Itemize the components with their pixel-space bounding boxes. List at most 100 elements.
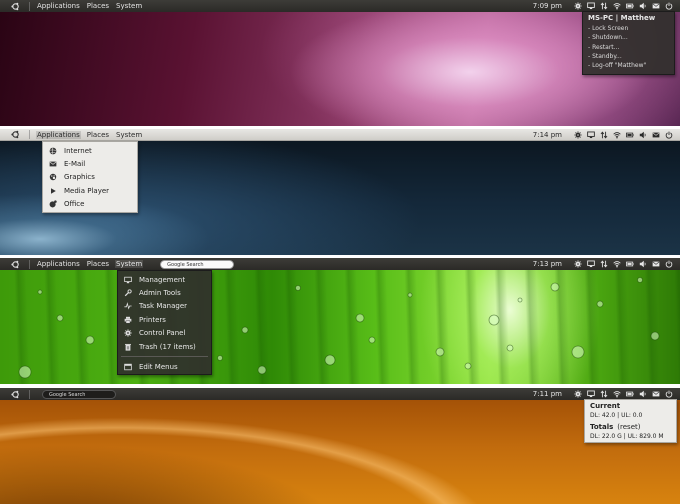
wrench-icon <box>123 289 133 298</box>
settings-icon[interactable] <box>572 389 583 399</box>
panel-separator <box>29 259 30 269</box>
settings-icon[interactable] <box>572 130 583 140</box>
wifi-icon[interactable] <box>611 389 622 399</box>
management-icon <box>123 275 133 284</box>
power-icon[interactable] <box>663 259 674 269</box>
menu-system[interactable]: System <box>115 260 144 268</box>
menu-places[interactable]: Places <box>86 131 110 139</box>
menu-item-label: Edit Menus <box>139 363 178 372</box>
menu-item-label: Printers <box>139 315 166 324</box>
volume-icon[interactable] <box>637 259 648 269</box>
popup-title: MS-PC | Matthew <box>588 14 656 22</box>
menu-item-admin-tools[interactable]: Admin Tools <box>118 286 211 299</box>
lock-screen-item[interactable]: - Lock Screen <box>583 24 674 33</box>
menu-places[interactable]: Places <box>86 2 110 10</box>
ubuntu-logo-icon[interactable] <box>8 388 22 400</box>
google-search-input[interactable]: Google Search <box>160 259 235 269</box>
google-search-input[interactable]: Google Search <box>42 389 116 399</box>
menu-system[interactable]: System <box>115 131 143 139</box>
menu-item-internet[interactable]: Internet <box>43 144 137 157</box>
top-panel: Applications Places System 7:09 pm <box>0 0 680 12</box>
settings-icon[interactable] <box>572 259 583 269</box>
menu-applications[interactable]: Applications <box>36 130 81 139</box>
wifi-icon[interactable] <box>611 259 622 269</box>
monitor-icon[interactable] <box>585 389 596 399</box>
system-tray <box>570 259 674 269</box>
power-icon[interactable] <box>663 389 674 399</box>
menu-item-label: Task Manager <box>139 302 188 311</box>
top-panel: Google Search 7:11 pm <box>0 388 680 400</box>
menu-item-label: Media Player <box>64 186 110 195</box>
menu-applications[interactable]: Applications <box>36 2 81 10</box>
network-arrows-icon[interactable] <box>598 389 609 399</box>
menu-item-printers[interactable]: Printers <box>118 313 211 326</box>
mail-icon[interactable] <box>650 389 661 399</box>
clock[interactable]: 7:13 pm <box>533 260 562 268</box>
control-panel-icon <box>123 329 133 338</box>
network-stats-popup: Current DL: 42.0 | UL: 0.0 Totals (reset)… <box>584 399 677 443</box>
network-arrows-icon[interactable] <box>598 1 609 11</box>
shutdown-item[interactable]: - Shutdown... <box>583 33 674 42</box>
reset-link[interactable]: (reset) <box>617 423 640 431</box>
menu-item-trash[interactable]: Trash (17 items) <box>118 340 211 353</box>
water-drops <box>18 277 660 379</box>
menu-item-media-player[interactable]: Media Player <box>43 184 137 197</box>
ubuntu-logo-icon[interactable] <box>8 258 22 270</box>
battery-icon[interactable] <box>624 259 635 269</box>
envelope-icon <box>48 160 58 169</box>
menu-item-graphics[interactable]: Graphics <box>43 171 137 184</box>
network-arrows-icon[interactable] <box>598 130 609 140</box>
menu-system[interactable]: System <box>115 2 143 10</box>
menu-item-task-manager[interactable]: Task Manager <box>118 300 211 313</box>
graphics-icon <box>48 173 58 182</box>
clock[interactable]: 7:09 pm <box>533 2 562 10</box>
battery-icon[interactable] <box>624 130 635 140</box>
menu-places[interactable]: Places <box>86 260 110 268</box>
system-tray <box>570 1 674 11</box>
log-off-item[interactable]: - Log-off "Matthew" <box>583 61 674 70</box>
restart-item[interactable]: - Restart... <box>583 43 674 52</box>
wallpaper-purple <box>0 12 680 126</box>
volume-icon[interactable] <box>637 389 648 399</box>
battery-icon[interactable] <box>624 1 635 11</box>
standby-item[interactable]: - Standby... <box>583 52 674 61</box>
globe-icon <box>48 146 58 155</box>
applications-menu: Internet E-Mail Graphics Media Player Of… <box>42 141 138 213</box>
volume-icon[interactable] <box>637 130 648 140</box>
monitor-icon[interactable] <box>585 259 596 269</box>
settings-icon[interactable] <box>572 1 583 11</box>
clock[interactable]: 7:11 pm <box>533 390 562 398</box>
mail-icon[interactable] <box>650 1 661 11</box>
mail-icon[interactable] <box>650 259 661 269</box>
panel-separator <box>29 130 30 139</box>
menu-item-office[interactable]: Office <box>43 198 137 211</box>
network-arrows-icon[interactable] <box>598 259 609 269</box>
power-icon[interactable] <box>663 1 674 11</box>
ubuntu-logo-icon[interactable] <box>8 0 22 12</box>
menu-separator <box>121 356 208 358</box>
trash-icon <box>123 342 133 351</box>
clock[interactable]: 7:14 pm <box>533 131 562 139</box>
power-icon[interactable] <box>663 130 674 140</box>
monitor-icon[interactable] <box>585 130 596 140</box>
current-speed: DL: 42.0 | UL: 0.0 <box>590 412 643 420</box>
panel-separator <box>29 389 30 399</box>
menu-applications[interactable]: Applications <box>36 260 81 268</box>
battery-icon[interactable] <box>624 389 635 399</box>
wifi-icon[interactable] <box>611 1 622 11</box>
volume-icon[interactable] <box>637 1 648 11</box>
monitor-icon[interactable] <box>585 1 596 11</box>
menu-item-management[interactable]: Management <box>118 273 211 286</box>
mail-icon[interactable] <box>650 130 661 140</box>
menu-item-label: Control Panel <box>139 329 186 338</box>
menu-item-label: Internet <box>64 146 92 155</box>
menu-item-control-panel[interactable]: Control Panel <box>118 327 211 340</box>
desktop-strip-2: Applications Places System 7:14 pm Inter… <box>0 129 680 255</box>
menu-item-edit-menus[interactable]: Edit Menus <box>118 360 211 373</box>
menu-item-email[interactable]: E-Mail <box>43 157 137 170</box>
wifi-icon[interactable] <box>611 130 622 140</box>
desktop-strip-3: Applications Places System Google Search… <box>0 258 680 384</box>
totals-title: Totals (reset) <box>585 423 676 432</box>
ubuntu-logo-icon[interactable] <box>8 129 22 141</box>
user-session-popup: MS-PC | Matthew - Lock Screen - Shutdown… <box>582 11 675 75</box>
